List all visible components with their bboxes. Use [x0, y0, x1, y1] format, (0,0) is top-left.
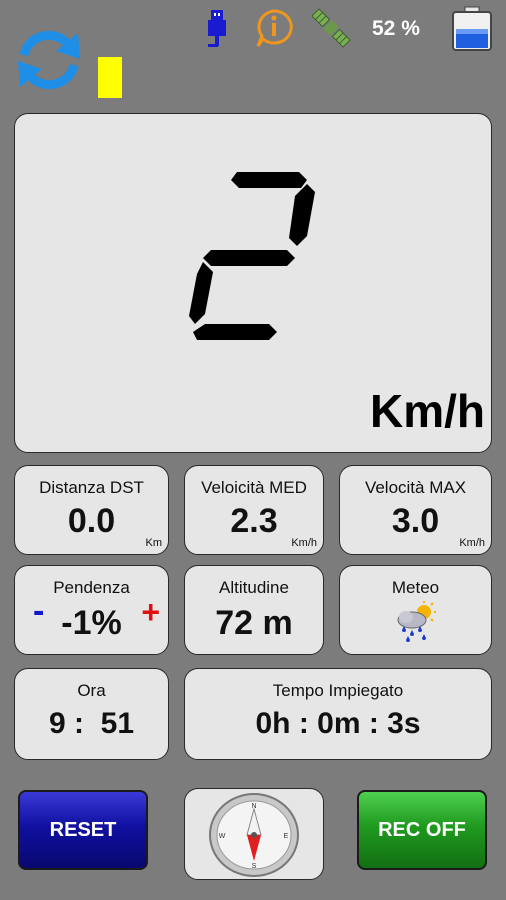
gps-indicator — [98, 57, 122, 98]
speed-unit: Km/h — [370, 385, 485, 437]
speed-digit — [189, 172, 315, 340]
altitude-tile: Altitudine 72 m — [184, 565, 324, 655]
max-speed-unit: Km/h — [459, 537, 485, 549]
refresh-icon[interactable] — [8, 25, 90, 95]
time-title: Ora — [77, 681, 106, 700]
max-speed-value: 3.0 — [391, 502, 440, 540]
altitude-title: Altitudine — [219, 578, 289, 597]
slope-plus-button[interactable]: + — [141, 594, 160, 631]
svg-text:S: S — [252, 863, 257, 870]
weather-title: Meteo — [391, 578, 440, 597]
compass-icon: N S W E — [209, 793, 299, 877]
distance-title: Distanza DST — [39, 478, 144, 497]
battery-icon — [452, 6, 492, 51]
elapsed-value: 0h : 0m : 3s — [255, 707, 421, 740]
speed-display: 2 Km/h — [14, 113, 492, 453]
elapsed-tile: Tempo Impiegato 0h : 0m : 3s — [184, 668, 492, 760]
time-tile: Ora 9 : 51 — [14, 668, 169, 760]
avg-speed-title: Veloicità MED — [201, 478, 307, 497]
reset-button[interactable]: RESET — [18, 790, 148, 870]
avg-speed-value: 2.3 — [230, 502, 278, 540]
distance-value: 0.0 — [67, 502, 116, 540]
info-icon[interactable] — [253, 8, 295, 48]
svg-text:E: E — [284, 833, 289, 840]
reset-label: RESET — [49, 819, 117, 841]
battery-percent: 52 % — [372, 17, 420, 40]
distance-tile: Distanza DST 0.0 Km — [14, 465, 169, 555]
distance-unit: Km — [145, 537, 163, 549]
rec-button[interactable]: REC OFF — [357, 790, 487, 870]
compass-button[interactable]: N S W E — [184, 788, 324, 880]
weather-tile[interactable]: Meteo — [339, 565, 492, 655]
time-value: 9 : 51 — [48, 707, 135, 740]
svg-text:W: W — [219, 833, 226, 840]
rain-sun-icon — [397, 601, 436, 642]
satellite-icon — [311, 8, 351, 48]
avg-speed-tile: Veloicità MED 2.3 Km/h — [184, 465, 324, 555]
slope-tile: Pendenza - -1% + — [14, 565, 169, 655]
max-speed-title: Velocità MAX — [364, 478, 467, 497]
avg-speed-unit: Km/h — [291, 537, 317, 549]
altitude-value: 72 m — [215, 604, 293, 642]
max-speed-tile: Velocità MAX 3.0 Km/h — [339, 465, 492, 555]
usb-icon — [208, 10, 226, 47]
elapsed-title: Tempo Impiegato — [272, 681, 404, 700]
rec-label: REC OFF — [378, 819, 466, 841]
